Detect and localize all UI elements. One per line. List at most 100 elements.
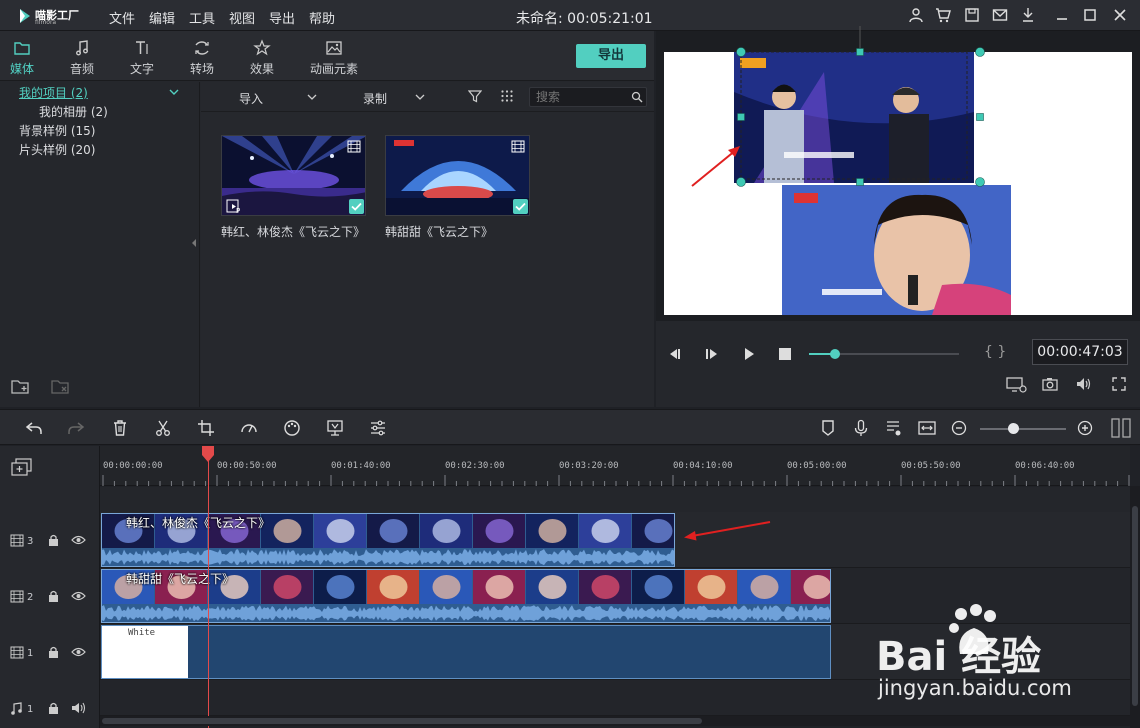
chevron-down-icon[interactable] <box>168 87 180 97</box>
eye-icon[interactable] <box>71 647 86 657</box>
tree-item-my-album[interactable]: 我的相册 (2) <box>39 103 108 120</box>
mail-icon[interactable] <box>992 7 1008 23</box>
in-out-markers[interactable]: { } <box>984 344 1006 360</box>
playback-progress-handle[interactable] <box>829 349 840 359</box>
zoom-slider-track[interactable] <box>980 428 1066 430</box>
delete-icon[interactable] <box>111 419 129 437</box>
fullscreen-icon[interactable] <box>1112 377 1126 391</box>
filmstrip-frame-subject <box>432 575 461 599</box>
add-track-icon[interactable] <box>11 458 33 476</box>
new-folder-icon[interactable] <box>10 378 32 396</box>
chevron-down-icon[interactable] <box>307 93 317 101</box>
green-screen-icon[interactable] <box>326 419 344 437</box>
chevron-down-icon[interactable] <box>415 93 425 101</box>
volume-icon[interactable] <box>1076 377 1092 391</box>
previous-frame-icon[interactable] <box>666 347 682 361</box>
tree-item-bg-samples[interactable]: 背景样例 (15) <box>19 122 95 139</box>
lock-icon[interactable] <box>48 702 59 714</box>
tab-transition[interactable]: 转场 <box>172 39 232 79</box>
redo-icon[interactable] <box>67 419 85 437</box>
media-label-1: 韩红、林俊杰《飞云之下》 <box>221 225 366 239</box>
baidu-watermark: Bai 经验 jingyan.baidu.com <box>876 604 1090 704</box>
playhead-handle[interactable] <box>201 446 215 462</box>
color-icon[interactable] <box>283 419 301 437</box>
tree-item-my-project[interactable]: 我的项目 (2) <box>19 84 88 101</box>
tree-item-intro-samples[interactable]: 片头样例 (20) <box>19 141 95 158</box>
microphone-icon[interactable] <box>852 419 870 437</box>
track-number: 2 <box>27 592 34 603</box>
selection-box[interactable] <box>730 26 985 190</box>
waveform-shape <box>102 549 674 566</box>
grid-view-icon[interactable] <box>500 89 514 103</box>
close-icon[interactable] <box>1112 7 1128 23</box>
menu-export[interactable]: 导出 <box>269 8 295 27</box>
filmstrip-frame-subject <box>538 519 567 543</box>
lock-icon[interactable] <box>48 646 59 658</box>
timeline-clip-track2[interactable]: 韩甜甜《飞云之下》 <box>101 569 831 623</box>
menu-file[interactable]: 文件 <box>109 8 135 27</box>
search-box[interactable] <box>529 87 647 107</box>
menu-view[interactable]: 视图 <box>229 8 255 27</box>
menu-help[interactable]: 帮助 <box>309 8 335 27</box>
search-icon[interactable] <box>631 91 643 103</box>
crop-icon[interactable] <box>197 419 215 437</box>
speaker-icon[interactable] <box>71 702 86 714</box>
fit-timeline-icon[interactable] <box>918 419 936 437</box>
zoom-out-icon[interactable] <box>950 419 968 437</box>
next-frame-icon[interactable] <box>704 347 720 361</box>
marker-icon[interactable] <box>819 419 837 437</box>
camera-icon[interactable] <box>1042 377 1058 391</box>
track-row-3: 韩红、林俊杰《飞云之下》 <box>100 512 1130 568</box>
tab-effects-label: 效果 <box>249 62 274 76</box>
panel-toggle-icon[interactable] <box>1111 418 1131 438</box>
user-icon[interactable] <box>908 7 924 23</box>
tab-effects[interactable]: 效果 <box>232 39 292 79</box>
speed-icon[interactable] <box>240 419 258 437</box>
maximize-icon[interactable] <box>1082 7 1098 23</box>
display-settings-icon[interactable] <box>1006 377 1028 393</box>
preview-clip-lower <box>782 185 1011 315</box>
cart-icon[interactable] <box>935 7 951 23</box>
eye-icon[interactable] <box>71 535 86 545</box>
minimize-icon[interactable] <box>1054 7 1070 23</box>
zoom-in-icon[interactable] <box>1076 419 1094 437</box>
play-icon[interactable] <box>742 347 756 361</box>
timeline-ruler[interactable]: 00:00:00:00 00:00:50:00 00:01:40:00 00:02:3… <box>100 446 1130 486</box>
tab-media[interactable]: 媒体 <box>0 39 52 79</box>
filmstrip-frame-subject <box>538 575 567 599</box>
voiceover-icon[interactable] <box>885 419 903 437</box>
export-button[interactable]: 导出 <box>576 44 646 68</box>
timeline-clip-track3[interactable]: 韩红、林俊杰《飞云之下》 <box>101 513 675 567</box>
save-icon[interactable] <box>964 7 980 23</box>
tab-text[interactable]: 文字 <box>112 39 172 79</box>
undo-icon[interactable] <box>25 419 43 437</box>
filmstrip-frame-subject <box>644 519 673 543</box>
media-thumbnail-1[interactable]: P <box>221 135 366 216</box>
adjust-icon[interactable] <box>369 419 387 437</box>
eye-icon[interactable] <box>71 591 86 601</box>
cut-icon[interactable] <box>154 419 172 437</box>
zoom-slider-handle[interactable] <box>1008 423 1019 434</box>
delete-folder-icon[interactable] <box>50 378 72 396</box>
lock-icon[interactable] <box>48 534 59 546</box>
tab-audio[interactable]: 音频 <box>52 39 112 79</box>
timeline-scrollbar-thumb[interactable] <box>102 718 702 724</box>
vertical-scrollbar-thumb[interactable] <box>1132 506 1138 706</box>
import-dropdown[interactable]: 导入 <box>239 90 263 107</box>
collapse-panel-icon[interactable] <box>190 237 198 249</box>
lock-icon[interactable] <box>48 590 59 602</box>
download-icon[interactable] <box>1020 7 1036 23</box>
media-thumbnail-2[interactable] <box>385 135 530 216</box>
preview-canvas[interactable] <box>664 26 1132 315</box>
filter-icon[interactable] <box>468 89 482 103</box>
timeline-clip-track1[interactable]: White <box>101 625 831 679</box>
stop-icon[interactable] <box>779 348 791 360</box>
timeline-vertical-scrollbar[interactable] <box>1130 486 1140 728</box>
tab-elements[interactable]: 动画元素 <box>304 39 364 79</box>
record-dropdown[interactable]: 录制 <box>363 90 387 107</box>
folder-icon <box>14 42 30 55</box>
search-input[interactable] <box>536 90 626 104</box>
menu-tools[interactable]: 工具 <box>189 8 215 27</box>
menu-edit[interactable]: 编辑 <box>149 8 175 27</box>
logo-subtext: filmora <box>35 19 57 26</box>
